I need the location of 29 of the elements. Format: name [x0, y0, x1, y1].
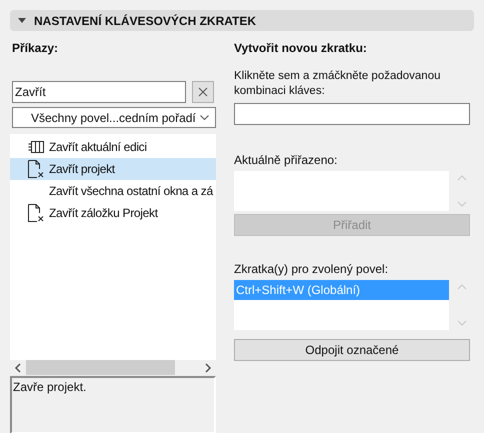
scroll-up-icon[interactable] — [457, 284, 467, 290]
search-field[interactable]: Zavřít — [12, 81, 186, 103]
assign-button: Přiřadit — [234, 214, 470, 236]
command-item[interactable]: Zavřít aktuální edici — [10, 136, 216, 158]
assigned-label: Aktuálně přiřazeno: — [234, 152, 338, 169]
clear-button[interactable] — [192, 81, 214, 103]
command-item[interactable]: Zavřít záložku Projekt — [10, 202, 216, 224]
new-shortcut-title: Vytvořit novou zkratku: — [234, 40, 368, 57]
commands-label: Příkazy: — [11, 40, 60, 57]
shortcut-prompt: Klikněte sem a zmáčkněte požadovanou kombinaci kláves: — [234, 69, 442, 99]
filter-dropdown[interactable]: Všechny povel...cedním pořadí — [12, 107, 216, 128]
section-title: NASTAVENÍ KLÁVESOVÝCH ZKRATEK — [34, 12, 256, 30]
section-header[interactable]: NASTAVENÍ KLÁVESOVÝCH ZKRATEK — [10, 10, 474, 31]
scroll-down-icon[interactable] — [457, 201, 467, 207]
scrollbar-thumb[interactable] — [26, 360, 175, 375]
book-icon — [28, 140, 44, 154]
command-item[interactable]: Zavřít projekt — [10, 158, 216, 180]
scroll-down-icon[interactable] — [457, 320, 467, 326]
close-document-icon — [28, 160, 44, 178]
collapse-icon[interactable] — [18, 18, 26, 23]
command-item[interactable]: Zavřít všechna ostatní okna a zá — [10, 180, 216, 202]
description-text: Zavře projekt. — [13, 380, 86, 394]
current-shortcuts-label: Zkratka(y) pro zvolený povel: — [234, 261, 390, 278]
detach-button[interactable]: Odpojit označené — [234, 339, 470, 361]
scroll-up-icon[interactable] — [457, 175, 467, 181]
shortcut-input-field[interactable] — [234, 103, 470, 125]
close-icon — [198, 87, 208, 97]
close-document-icon — [28, 204, 44, 222]
chevron-down-icon — [200, 115, 209, 120]
